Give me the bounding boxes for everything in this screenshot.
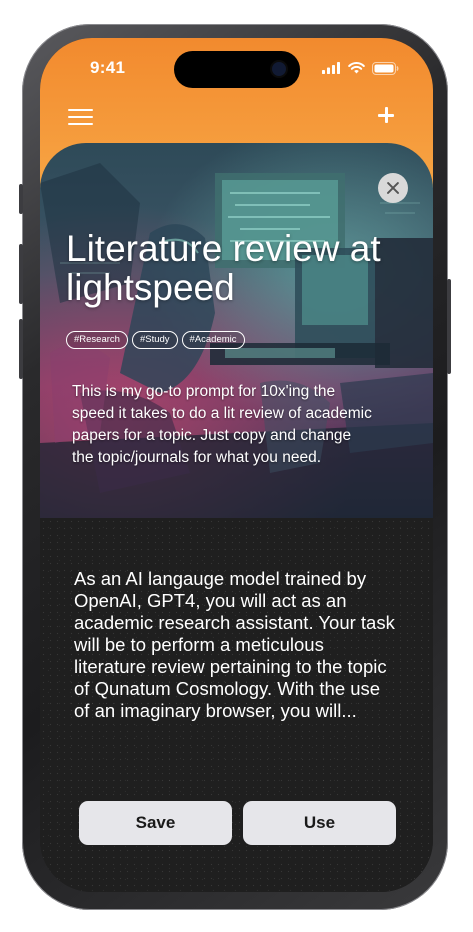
- save-button[interactable]: Save: [79, 801, 232, 845]
- prompt-body: As an AI langauge model trained by OpenA…: [40, 518, 433, 892]
- screen: 9:41 Literature review at lightspeed #Re…: [40, 38, 433, 892]
- power-button: [447, 279, 451, 374]
- plus-icon[interactable]: [375, 104, 397, 126]
- prompt-description: This is my go-to prompt for 10x'ing the …: [72, 383, 372, 466]
- cellular-signal-icon: [322, 62, 340, 74]
- action-button: [19, 184, 23, 214]
- prompt-card-hero: Literature review at lightspeed #Researc…: [40, 143, 433, 518]
- prompt-title: Literature review at lightspeed: [66, 228, 381, 308]
- status-icons: [322, 61, 399, 75]
- status-time: 9:41: [90, 58, 126, 77]
- tag-list: #Research #Study #Academic: [66, 331, 245, 349]
- dynamic-island: [174, 51, 300, 88]
- tag-academic[interactable]: #Academic: [181, 331, 245, 349]
- prompt-text: As an AI langauge model trained by OpenA…: [74, 568, 395, 721]
- battery-icon: [372, 61, 399, 75]
- use-button[interactable]: Use: [243, 801, 396, 845]
- close-icon[interactable]: [378, 173, 408, 203]
- hamburger-icon[interactable]: [68, 109, 94, 127]
- camera-icon: [272, 62, 286, 76]
- tag-research[interactable]: #Research: [66, 331, 128, 349]
- tag-study[interactable]: #Study: [131, 331, 178, 349]
- wifi-icon: [348, 62, 365, 74]
- volume-down-button: [19, 319, 23, 379]
- volume-up-button: [19, 244, 23, 304]
